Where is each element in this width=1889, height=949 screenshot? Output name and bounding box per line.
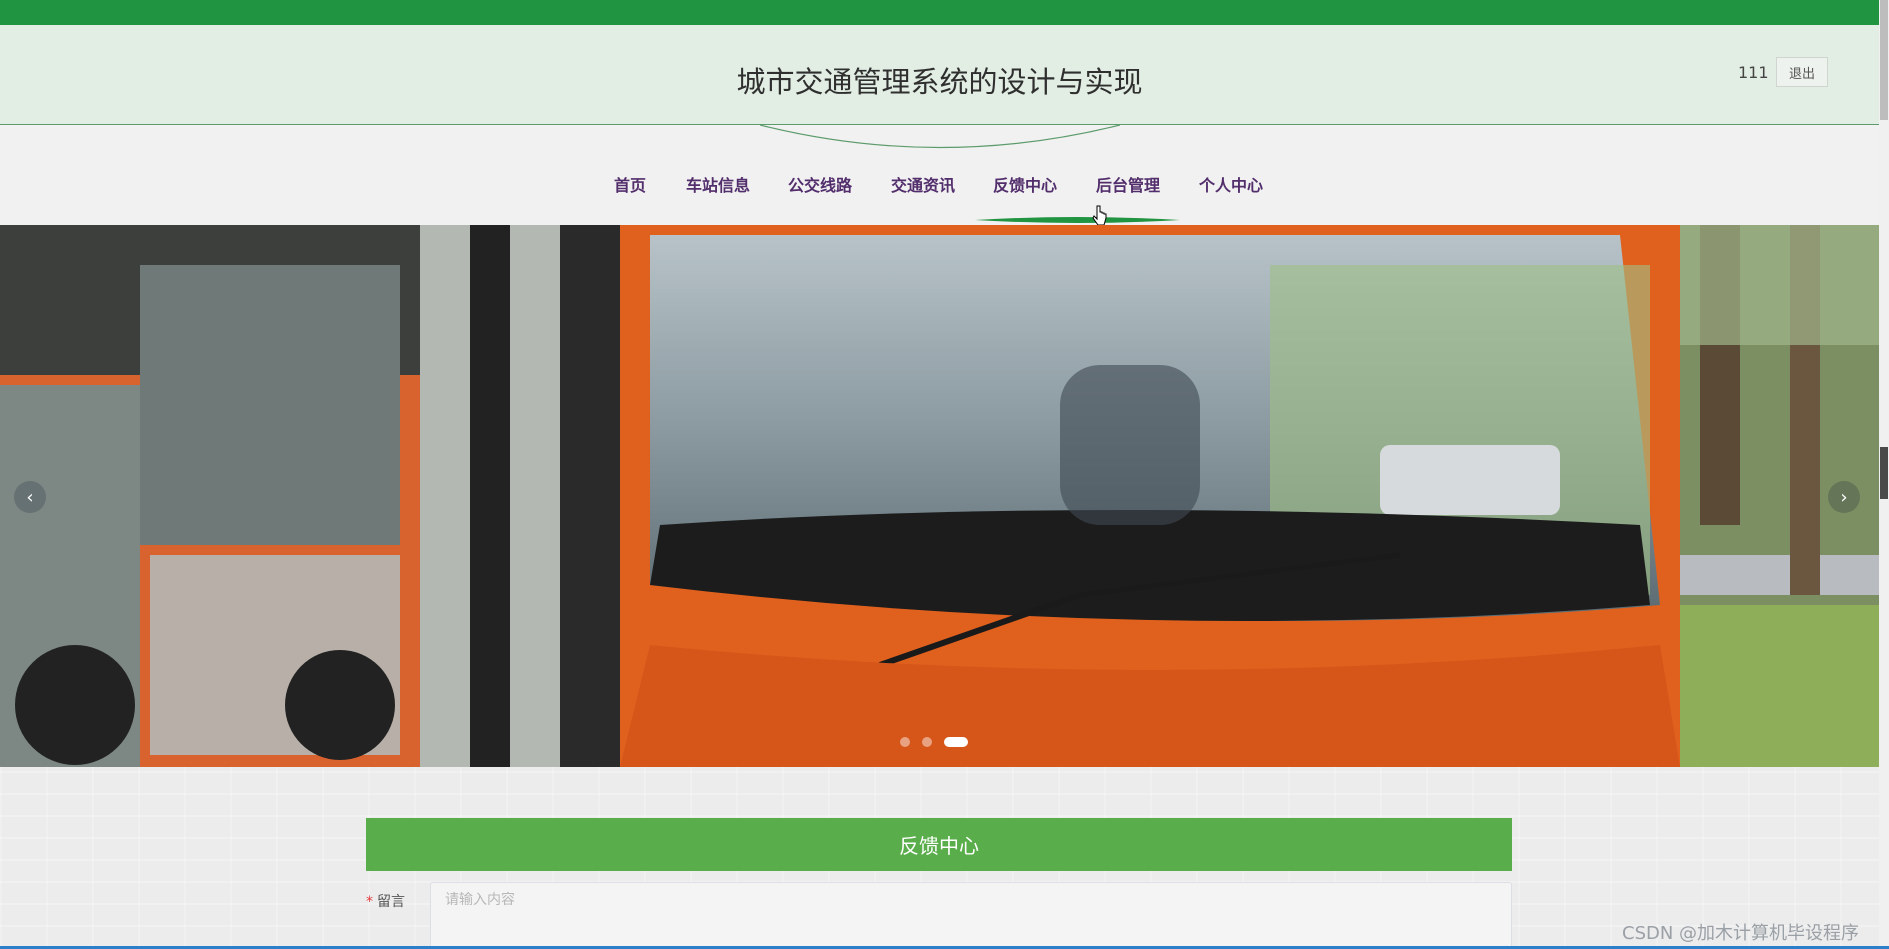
bus-photo-image [0,225,1879,767]
top-brand-strip [0,0,1889,25]
message-label-text: 留言 [377,894,405,910]
nav-item-home[interactable]: 首页 [614,172,646,196]
required-mark: * [366,894,373,910]
nav-item-admin[interactable]: 后台管理 [1096,172,1160,196]
username-label: 111 [1738,63,1769,82]
nav-item-traffic-news[interactable]: 交通资讯 [891,172,955,196]
carousel-next-button[interactable]: › [1828,481,1860,513]
message-textarea[interactable] [430,882,1512,949]
site-header: 城市交通管理系统的设计与实现 [0,25,1879,125]
message-label: * 留言 [366,891,405,911]
carousel-dot-active[interactable] [944,737,968,747]
carousel-prev-button[interactable]: ‹ [14,481,46,513]
nav-active-indicator [975,217,1180,223]
header-curve-decoration [760,124,1120,149]
hero-carousel [0,225,1879,767]
nav-item-bus-routes[interactable]: 公交线路 [788,172,852,196]
nav-item-profile[interactable]: 个人中心 [1199,172,1263,196]
nav-item-feedback[interactable]: 反馈中心 [993,172,1057,196]
csdn-watermark: CSDN @加木计算机毕设程序 [1622,923,1860,944]
feedback-section-title: 反馈中心 [366,818,1512,871]
scrollbar-marker [1880,447,1888,499]
site-title: 城市交通管理系统的设计与实现 [736,65,1143,99]
logout-button[interactable]: 退出 [1776,57,1828,87]
scrollbar-thumb[interactable] [1880,0,1888,120]
carousel-dot[interactable] [922,737,932,747]
nav-item-stations[interactable]: 车站信息 [686,172,750,196]
main-nav: 首页 车站信息 公交线路 交通资讯 反馈中心 后台管理 个人中心 [0,172,1879,208]
carousel-dot[interactable] [900,737,910,747]
